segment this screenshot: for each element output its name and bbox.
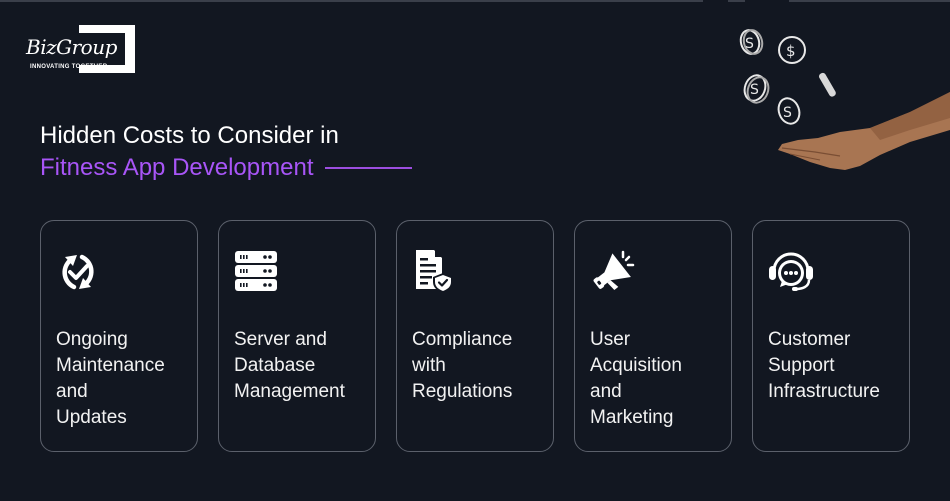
card-compliance-regulations: Compliance with Regulations (396, 220, 554, 452)
card-server-database: Server and Database Management (218, 220, 376, 452)
card-customer-support: Customer Support Infrastructure (752, 220, 910, 452)
hand-catching-coins-illustration: S $ S S (739, 29, 950, 170)
heading-highlight: Fitness App Development (40, 154, 314, 181)
cost-cards: Ongoing Maintenance and Updates Server a… (40, 220, 910, 452)
hand-icon (778, 92, 950, 170)
logo-tagline: INNOVATING TOGETHER (30, 64, 108, 70)
svg-text:S: S (750, 82, 759, 98)
card-user-acquisition: User Acquisition and Marketing (574, 220, 732, 452)
svg-text:S: S (783, 105, 792, 121)
dollar-coin-icon: $ (778, 36, 806, 64)
heading-line-1: Hidden Costs to Consider in (40, 122, 339, 149)
svg-text:S: S (745, 36, 754, 52)
page-heading: Hidden Costs to Consider in Fitness App … (40, 120, 413, 184)
server-icon (235, 251, 277, 291)
heading-line-2: Fitness App Development (40, 152, 413, 184)
bizgroup-logo: BizGroup INNOVATING TOGETHER (24, 25, 136, 75)
logo-wordmark: BizGroup (26, 35, 119, 59)
refresh-check-icon (62, 254, 94, 290)
card-label: Server and Database Management (234, 329, 345, 402)
card-label: Compliance with Regulations (412, 329, 513, 402)
card-ongoing-maintenance: Ongoing Maintenance and Updates (40, 220, 198, 452)
card-label: Customer Support Infrastructure (768, 329, 880, 402)
heading-rule (325, 167, 413, 169)
megaphone-icon (593, 250, 635, 290)
card-label: User Acquisition and Marketing (590, 329, 682, 428)
dollar-coin-icon: S (739, 29, 764, 55)
document-shield-icon (416, 250, 453, 293)
dollar-coin-icon: S (777, 97, 801, 125)
coin-edge-icon (819, 72, 836, 97)
card-label: Ongoing Maintenance and Updates (56, 329, 165, 428)
top-border (0, 0, 950, 2)
headset-chat-icon (769, 252, 813, 291)
svg-text:$: $ (786, 42, 796, 60)
dollar-coin-icon: S (743, 74, 770, 104)
